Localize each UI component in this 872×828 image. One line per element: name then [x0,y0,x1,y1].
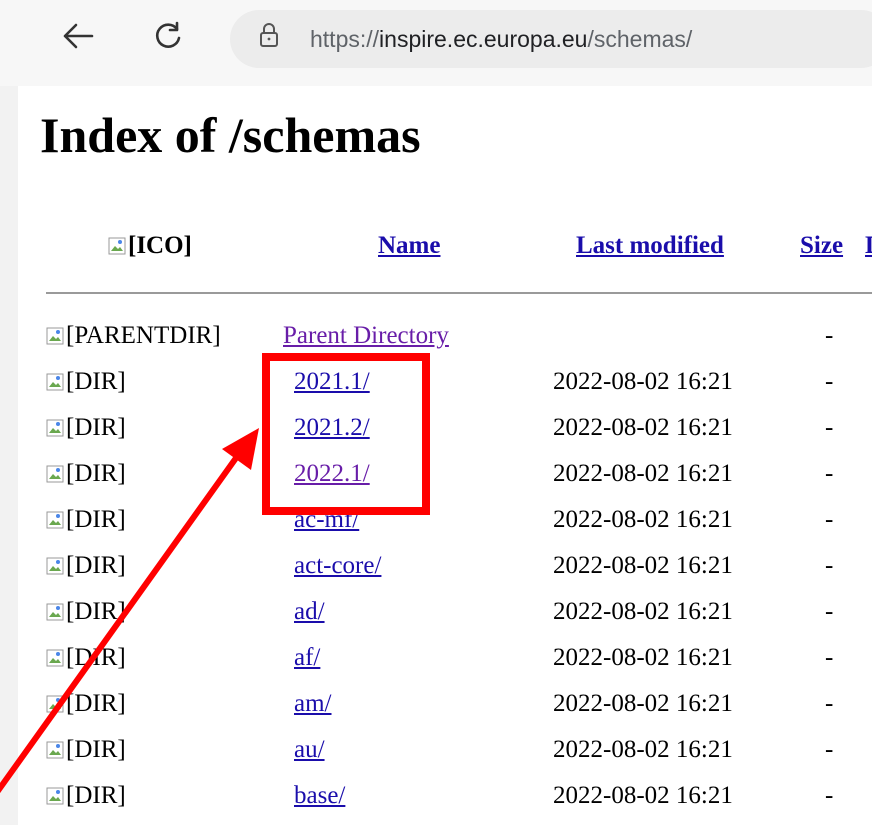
annotation-arrow [0,428,259,794]
